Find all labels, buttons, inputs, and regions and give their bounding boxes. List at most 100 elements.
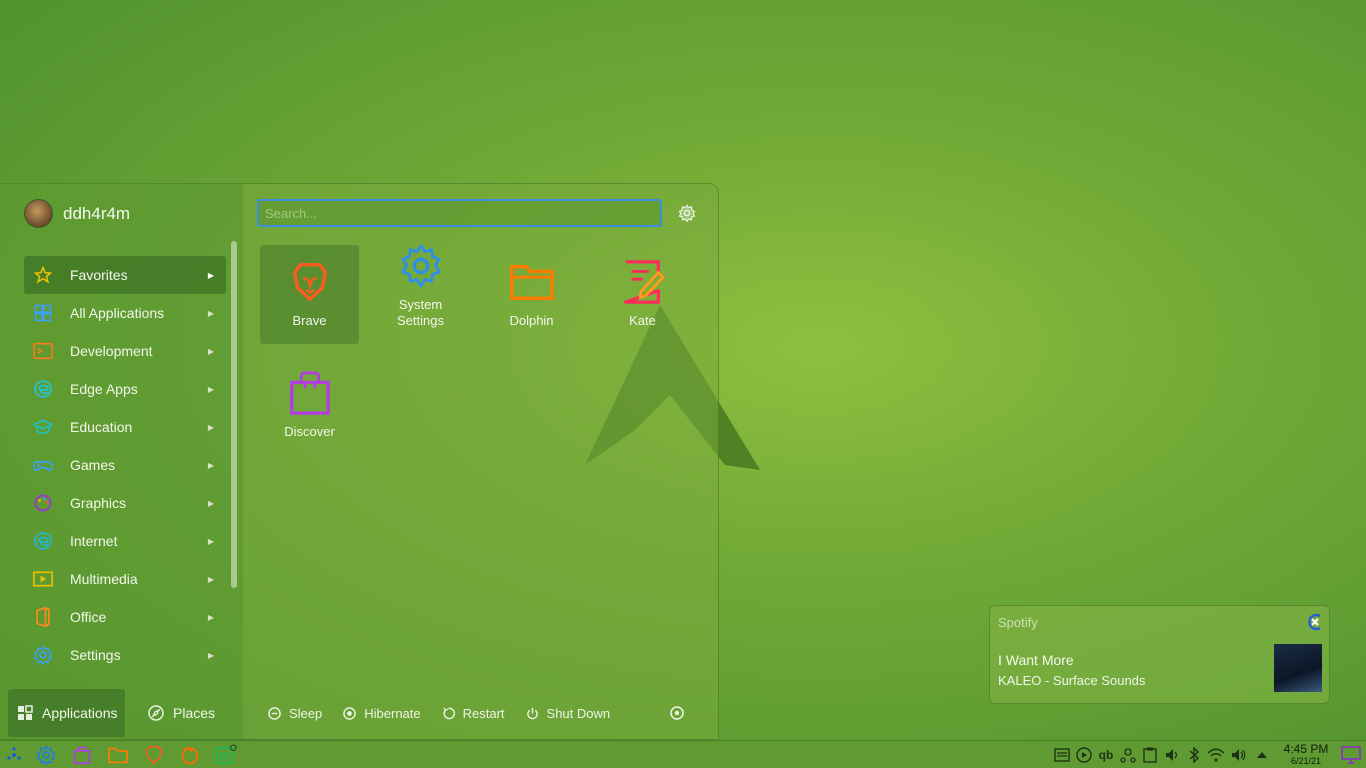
chevron-right-icon: ▶ (207, 384, 214, 394)
shutdown-label: Shut Down (546, 706, 611, 721)
chevron-right-icon: ▶ (207, 574, 214, 584)
category-label: All Applications (70, 305, 165, 321)
restart-button[interactable]: Restart (442, 706, 505, 721)
system-settings-icon (36, 745, 56, 765)
chevron-right-icon: ▶ (207, 270, 214, 280)
taskbar-dolphin[interactable] (107, 744, 129, 766)
user-header[interactable]: ddh4r4m (24, 199, 130, 228)
tray-qbittorrent[interactable]: qb (1097, 746, 1115, 764)
category-internet[interactable]: Internet ▶ (24, 522, 226, 560)
category-label: Development (70, 343, 153, 359)
chevron-right-icon: ▶ (207, 536, 214, 546)
category-graphics[interactable]: Graphics ▶ (24, 484, 226, 522)
app-system-settings[interactable]: System Settings (371, 244, 470, 344)
app-brave[interactable]: Brave (260, 245, 359, 344)
chevron-right-icon: ▶ (207, 460, 214, 470)
more-options-icon[interactable] (670, 706, 684, 720)
app-dolphin[interactable]: Dolphin (482, 245, 581, 344)
category-all-applications[interactable]: All Applications ▶ (24, 294, 226, 332)
office-icon (33, 607, 53, 627)
taskbar-discover[interactable] (71, 744, 93, 766)
tray-notes-icon[interactable] (1053, 746, 1071, 764)
kate-editor-icon (623, 260, 665, 304)
compass-icon (148, 705, 164, 721)
taskbar-brave[interactable] (143, 744, 165, 766)
notification-title: I Want More (998, 652, 1074, 668)
app-label: Brave (292, 313, 327, 328)
restart-label: Restart (462, 706, 505, 721)
clock-date: 6/21/21 (1290, 756, 1322, 766)
power-icon (526, 707, 538, 720)
tray-media-player-icon[interactable] (1075, 746, 1093, 764)
clock-time: 4:45 PM (1283, 742, 1329, 756)
globe-icon (33, 531, 53, 551)
taskbar-system-settings[interactable] (35, 744, 57, 766)
notification-app-name: Spotify (998, 615, 1038, 630)
tray-bluetooth-icon[interactable] (1185, 746, 1203, 764)
chevron-right-icon: ▶ (207, 422, 214, 432)
avatar[interactable] (24, 199, 53, 228)
app-label: Kate (629, 313, 656, 328)
system-settings-icon (400, 244, 441, 288)
hibernate-button[interactable]: Hibernate (343, 706, 421, 721)
show-desktop-icon[interactable] (1340, 746, 1362, 764)
shopping-bag-icon (73, 746, 91, 765)
chevron-right-icon: ▶ (207, 346, 214, 356)
category-multimedia[interactable]: Multimedia ▶ (24, 560, 226, 598)
username: ddh4r4m (63, 203, 131, 223)
shutdown-button[interactable]: Shut Down (526, 706, 611, 721)
launcher-logo-icon (7, 747, 21, 760)
tray-network-share-icon[interactable] (1119, 746, 1137, 764)
close-icon[interactable] (1306, 613, 1324, 631)
category-label: Multimedia (70, 571, 138, 587)
category-edge-apps[interactable]: Edge Apps ▶ (24, 370, 226, 408)
tab-applications-label: Applications (42, 705, 118, 721)
category-list: Favorites ▶ All Applications ▶ Developme… (24, 256, 226, 684)
category-games[interactable]: Games ▶ (24, 446, 226, 484)
brave-lion-icon (292, 263, 327, 301)
chevron-right-icon: ▶ (207, 308, 214, 318)
taskbar: qb 4:45 PM 6/21/21 (0, 740, 1366, 768)
app-label: Dolphin (509, 313, 554, 328)
palette-icon (33, 493, 53, 513)
shopping-bag-icon (289, 371, 330, 415)
search-input[interactable] (257, 199, 662, 227)
taskbar-spotify[interactable] (215, 744, 237, 766)
tray-volume-icon[interactable] (1229, 746, 1247, 764)
app-launcher-button[interactable] (3, 744, 25, 766)
restart-icon (443, 707, 455, 720)
tab-applications[interactable]: Applications (8, 689, 125, 737)
app-label: System Settings (397, 297, 444, 328)
taskbar-firefox[interactable] (179, 744, 201, 766)
app-discover[interactable]: Discover (260, 356, 359, 455)
clock[interactable]: 4:45 PM 6/21/21 (1280, 743, 1332, 767)
category-development[interactable]: Development ▶ (24, 332, 226, 370)
launcher-sidebar: ddh4r4m Favorites ▶ All Applications ▶ D… (0, 184, 243, 741)
folder-icon (509, 264, 554, 300)
category-office[interactable]: Office ▶ (24, 598, 226, 636)
tray-clipboard-icon[interactable] (1141, 746, 1159, 764)
chevron-right-icon: ▶ (207, 612, 214, 622)
album-art-image (1274, 644, 1322, 692)
category-settings[interactable]: Settings ▶ (24, 636, 226, 674)
category-label: Graphics (70, 495, 127, 511)
app-kate[interactable]: Kate (593, 245, 692, 344)
spotify-notification[interactable]: Spotify I Want More KALEO - Surface Soun… (989, 605, 1330, 704)
app-label: Discover (284, 424, 335, 439)
chevron-right-icon: ▶ (207, 650, 214, 660)
gamepad-icon (33, 455, 53, 475)
star-icon (33, 265, 53, 285)
category-favorites[interactable]: Favorites ▶ (24, 256, 226, 294)
grid-icon (33, 303, 53, 323)
category-label: Office (70, 609, 107, 625)
configure-gear-icon[interactable] (678, 204, 696, 222)
category-label: Favorites (70, 267, 128, 283)
tab-places[interactable]: Places (139, 689, 229, 737)
tray-wifi-icon[interactable] (1207, 746, 1225, 764)
hibernate-label: Hibernate (364, 706, 421, 721)
tray-expand-icon[interactable] (1253, 746, 1271, 764)
category-education[interactable]: Education ▶ (24, 408, 226, 446)
tray-audio-icon[interactable] (1163, 746, 1181, 764)
sleep-button[interactable]: Sleep (268, 706, 322, 721)
category-scrollbar[interactable] (231, 241, 237, 588)
